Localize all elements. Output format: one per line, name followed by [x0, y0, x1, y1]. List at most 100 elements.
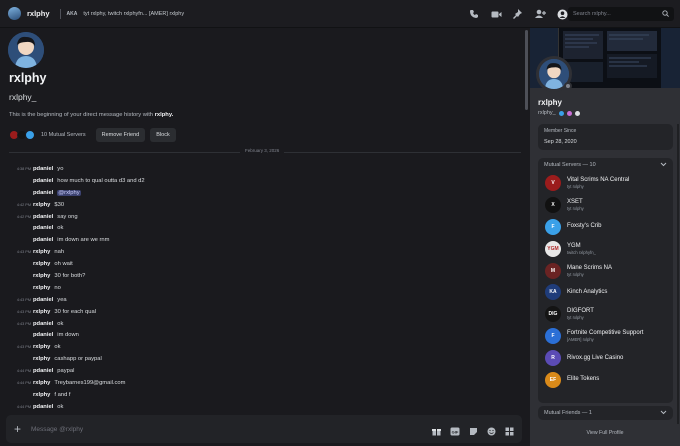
profile-icon[interactable] [556, 8, 568, 20]
message-row[interactable]: 4:44 PM rxlphy Treybarnes199@gmail.com [0, 377, 520, 389]
message-row[interactable]: rxlphy 30 for both? [0, 270, 520, 282]
message-author[interactable]: rxlphy [33, 261, 50, 267]
message-row[interactable]: pdaniel im down are we rnm [0, 234, 520, 246]
pin-icon[interactable] [512, 8, 524, 20]
mutual-server-item[interactable]: F Fortnite Competitive Support [AMER] rxlp… [538, 325, 673, 347]
mutual-server-item[interactable]: X XSET tyt rxlphy [538, 194, 673, 216]
message-row[interactable]: 4:42 PM rxlphy $30 [0, 199, 520, 211]
message-author[interactable]: pdaniel [33, 214, 53, 220]
gif-icon[interactable]: GIF [450, 423, 460, 441]
server-icon: F [545, 218, 561, 235]
message-input[interactable]: Message @rxlphy [31, 426, 83, 433]
message-row[interactable]: 4:42 PM pdaniel say ong [0, 211, 520, 223]
mutual-server-item[interactable]: V Vital Scrims NA Central tyt rxlphy [538, 172, 673, 194]
message-author[interactable]: pdaniel [33, 321, 53, 327]
member-since-date: Sep 28, 2020 [544, 139, 577, 145]
message-row[interactable]: pdaniel im down [0, 329, 520, 341]
gift-icon[interactable] [432, 423, 441, 441]
nitro-badge-icon[interactable] [558, 110, 564, 116]
message-row[interactable]: pdaniel @rxlphy [0, 187, 520, 199]
attach-plus-icon[interactable]: + [14, 423, 21, 435]
message-author[interactable]: pdaniel [33, 368, 53, 374]
header-avatar[interactable] [8, 7, 21, 20]
mutual-servers-header[interactable]: Mutual Servers — 10 [538, 158, 673, 172]
user-mention[interactable]: @rxlphy [57, 189, 81, 196]
message-author[interactable]: rxlphy [33, 344, 50, 350]
message-row[interactable]: rxlphy oh wait [0, 258, 520, 270]
message-row[interactable]: 4:44 PM pdaniel ok [0, 401, 520, 413]
mutual-server-item[interactable]: EF Elite Tokens [538, 369, 673, 391]
remove-friend-button[interactable]: Remove Friend [95, 128, 146, 142]
profile-avatar[interactable] [8, 32, 44, 68]
mutual-server-item[interactable]: KA Kinch Analytics [538, 281, 673, 303]
mutual-server-item[interactable]: M Mane Scrims NA tyt rxlphy [538, 260, 673, 282]
video-icon[interactable] [490, 8, 502, 20]
apps-icon[interactable] [505, 423, 514, 441]
message-timestamp: 4:42 PM [16, 214, 31, 219]
sticker-icon[interactable] [469, 423, 478, 441]
message-author[interactable]: rxlphy [33, 285, 50, 291]
message-author[interactable]: rxlphy [33, 249, 50, 255]
message-author[interactable]: rxlphy [33, 273, 50, 279]
server-icon: X [545, 196, 561, 213]
block-button[interactable]: Block [150, 128, 176, 142]
mutual-server-item[interactable]: F Foxsty's Crib [538, 216, 673, 238]
message-row[interactable]: pdaniel how much to qual outta d3 and d2 [0, 175, 520, 187]
message-author[interactable]: rxlphy [33, 392, 50, 398]
message-author[interactable]: pdaniel [33, 332, 53, 338]
message-author[interactable]: pdaniel [33, 190, 53, 196]
message-row[interactable]: 4:43 PM pdaniel ok [0, 318, 520, 330]
message-author[interactable]: pdaniel [33, 166, 53, 172]
message-author[interactable]: pdaniel [33, 237, 53, 243]
server-name: Mane Scrims NA [567, 264, 613, 271]
message-author[interactable]: pdaniel [33, 225, 53, 231]
panel-scrollbar[interactable] [677, 124, 679, 424]
message-row[interactable]: 4:43 PM rxlphy nah [0, 246, 520, 258]
call-icon[interactable] [468, 8, 480, 20]
chat-scrollbar[interactable] [525, 30, 528, 110]
header-aka-tag: AKA [66, 10, 78, 17]
message-row[interactable]: 4:43 PM rxlphy ok [0, 341, 520, 353]
message-author[interactable]: rxlphy [33, 202, 50, 208]
mutual-server-item[interactable]: YGM YGM twitch rxlphyfn_ [538, 238, 673, 260]
message-text: oh wait [54, 261, 73, 268]
mutual-server-item[interactable]: DIG DIGFORT tyt rxlphy [538, 303, 673, 325]
chevron-down-icon [660, 410, 667, 417]
mutual-servers-link[interactable]: 10 Mutual Servers [41, 132, 86, 138]
emoji-icon[interactable] [487, 423, 496, 441]
message-author[interactable]: pdaniel [33, 178, 53, 184]
message-row[interactable]: rxlphy f and f [0, 389, 520, 401]
quest-badge-icon[interactable] [574, 110, 580, 116]
history-start-text: This is the beginning of your direct mes… [9, 112, 173, 118]
search-input[interactable]: Search rxlphy... [568, 7, 674, 21]
boost-badge-icon[interactable] [566, 110, 572, 116]
message-row[interactable]: 4:43 PM rxlphy 30 for each qual [0, 306, 520, 318]
mutual-friends-card[interactable]: Mutual Friends — 1 [538, 406, 673, 420]
message-text: cashapp or paypal [54, 356, 102, 363]
header-title[interactable]: rxlphy [27, 9, 50, 18]
message-author[interactable]: pdaniel [33, 404, 53, 410]
message-author[interactable]: rxlphy [33, 380, 50, 386]
add-friend-icon[interactable] [534, 8, 546, 20]
server-name: Fortnite Competitive Support [567, 330, 644, 337]
message-row[interactable]: rxlphy cashapp or paypal [0, 353, 520, 365]
message-author[interactable]: pdaniel [33, 297, 53, 303]
message-author[interactable]: rxlphy [33, 309, 50, 315]
view-full-profile-link[interactable]: View Full Profile [530, 430, 680, 436]
message-row[interactable]: 4:43 PM pdaniel yea [0, 294, 520, 306]
message-list: 4:38 PM pdaniel yo pdaniel how much to qual … [0, 163, 520, 415]
message-timestamp: 4:42 PM [16, 202, 31, 207]
message-author[interactable]: rxlphy [33, 356, 50, 362]
message-composer[interactable]: + Message @rxlphy GIF [6, 415, 522, 443]
message-row[interactable]: rxlphy no [0, 282, 520, 294]
mutual-friends-header[interactable]: Mutual Friends — 1 [538, 406, 673, 420]
message-row[interactable]: 4:38 PM pdaniel yo [0, 163, 520, 175]
mutual-server-item[interactable]: R Rivox.gg Live Casino [538, 347, 673, 369]
panel-username-row: rxlphy_ [538, 110, 580, 116]
member-since-card: Member Since Sep 28, 2020 [538, 124, 673, 150]
message-timestamp: 4:44 PM [16, 404, 31, 409]
message-text: how much to qual outta d3 and d2 [57, 177, 145, 184]
message-row[interactable]: 4:44 PM pdaniel paypal [0, 365, 520, 377]
message-row[interactable]: pdaniel ok [0, 222, 520, 234]
message-text: im down [57, 332, 79, 339]
